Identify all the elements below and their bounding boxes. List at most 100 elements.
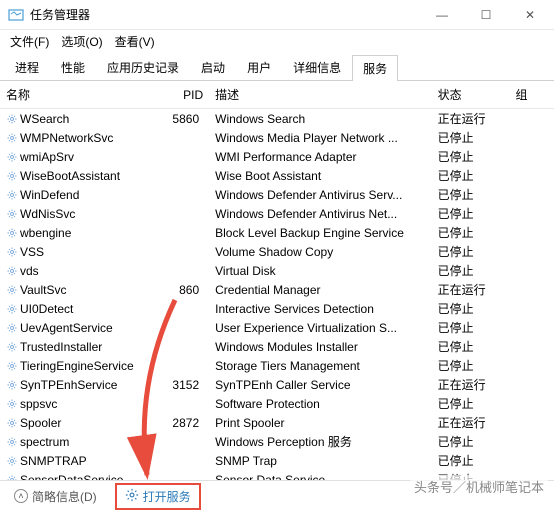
minimize-button[interactable]: — (420, 0, 464, 30)
service-desc: Block Level Backup Engine Service (209, 223, 431, 242)
table-row[interactable]: wmiApSrv WMI Performance Adapter已停止 (0, 147, 554, 166)
table-row[interactable]: WdNisSvcWindows Defender Antivirus Net..… (0, 204, 554, 223)
service-group (509, 413, 554, 432)
service-pid: 860 (156, 280, 209, 299)
service-name: vds (20, 264, 39, 278)
service-desc: Windows Media Player Network ... (209, 128, 431, 147)
service-desc: Software Protection (209, 394, 431, 413)
tab-strip: 进程性能应用历史记录启动用户详细信息服务 (0, 54, 554, 81)
maximize-button[interactable]: ☐ (464, 0, 508, 30)
table-row[interactable]: TieringEngineServiceStorage Tiers Manage… (0, 356, 554, 375)
service-icon (6, 284, 18, 296)
service-name: WiseBootAssistant (20, 169, 120, 183)
col-header-status[interactable]: 状态 (432, 81, 510, 109)
service-pid (156, 261, 209, 280)
service-pid (156, 242, 209, 261)
col-header-pid[interactable]: PID (156, 81, 209, 109)
table-row[interactable]: VaultSvc860Credential Manager正在运行 (0, 280, 554, 299)
service-pid (156, 223, 209, 242)
service-status: 已停止 (432, 299, 510, 318)
table-row[interactable]: WiseBootAssistantWise Boot Assistant已停止 (0, 166, 554, 185)
table-row[interactable]: Spooler2872Print Spooler正在运行 (0, 413, 554, 432)
col-header-group[interactable]: 组 (509, 81, 554, 109)
service-name: wmiApSrv (20, 150, 74, 164)
service-pid (156, 299, 209, 318)
table-row[interactable]: vdsVirtual Disk已停止 (0, 261, 554, 280)
service-status: 正在运行 (432, 375, 510, 394)
service-icon (6, 360, 18, 372)
table-row[interactable]: TrustedInstaller Windows Modules Installe… (0, 337, 554, 356)
tab-6[interactable]: 服务 (352, 55, 398, 81)
services-table-wrap[interactable]: 名称 PID 描述 状态 组 WSearch5860Windows Search… (0, 81, 554, 481)
service-group (509, 128, 554, 147)
window-title: 任务管理器 (30, 6, 420, 23)
service-status: 已停止 (432, 147, 510, 166)
service-icon (6, 436, 18, 448)
tab-2[interactable]: 应用历史记录 (96, 54, 190, 80)
service-name: WdNisSvc (20, 207, 75, 221)
service-group (509, 394, 554, 413)
service-pid: 2872 (156, 413, 209, 432)
open-services-button[interactable]: 打开服务 (115, 483, 201, 510)
service-pid: 5860 (156, 109, 209, 129)
service-desc: Print Spooler (209, 413, 431, 432)
service-pid (156, 318, 209, 337)
service-desc: Credential Manager (209, 280, 431, 299)
table-row[interactable]: VSSVolume Shadow Copy已停止 (0, 242, 554, 261)
col-header-desc[interactable]: 描述 (209, 81, 431, 109)
table-row[interactable]: UevAgentServiceUser Experience Virtualiz… (0, 318, 554, 337)
table-row[interactable]: SynTPEnhService3152SynTPEnh Caller Servi… (0, 375, 554, 394)
service-desc: Storage Tiers Management (209, 356, 431, 375)
service-name: wbengine (20, 226, 71, 240)
service-name: VSS (20, 245, 44, 259)
service-desc: Windows Modules Installer (209, 337, 431, 356)
service-group (509, 109, 554, 129)
table-row[interactable]: WinDefendWindows Defender Antivirus Serv… (0, 185, 554, 204)
service-group (509, 451, 554, 470)
service-icon (6, 303, 18, 315)
service-desc: WMI Performance Adapter (209, 147, 431, 166)
service-desc: SynTPEnh Caller Service (209, 375, 431, 394)
tab-4[interactable]: 用户 (236, 54, 282, 80)
service-group (509, 204, 554, 223)
service-icon (6, 151, 18, 163)
service-group (509, 261, 554, 280)
service-pid (156, 166, 209, 185)
tab-5[interactable]: 详细信息 (282, 54, 352, 80)
service-group (509, 356, 554, 375)
service-icon (6, 227, 18, 239)
service-icon (6, 132, 18, 144)
service-icon (6, 170, 18, 182)
service-name: TrustedInstaller (20, 340, 102, 354)
table-row[interactable]: sppsvcSoftware Protection已停止 (0, 394, 554, 413)
service-group (509, 185, 554, 204)
tab-1[interactable]: 性能 (50, 54, 96, 80)
service-icon (6, 322, 18, 334)
service-name: SNMPTRAP (20, 454, 87, 468)
close-button[interactable]: ✕ (508, 0, 552, 30)
service-group (509, 337, 554, 356)
table-row[interactable]: wbengine Block Level Backup Engine Servic… (0, 223, 554, 242)
menu-file[interactable]: 文件(F) (6, 31, 53, 52)
table-row[interactable]: SNMPTRAPSNMP Trap已停止 (0, 451, 554, 470)
menu-view[interactable]: 查看(V) (111, 31, 159, 52)
menu-options[interactable]: 选项(O) (57, 31, 106, 52)
service-status: 已停止 (432, 242, 510, 261)
table-row[interactable]: spectrumWindows Perception 服务已停止 (0, 432, 554, 451)
service-icon (6, 474, 18, 481)
service-status: 已停止 (432, 204, 510, 223)
tab-3[interactable]: 启动 (190, 54, 236, 80)
service-name: WinDefend (20, 188, 79, 202)
table-row[interactable]: WSearch5860Windows Search正在运行 (0, 109, 554, 129)
service-group (509, 223, 554, 242)
service-group (509, 375, 554, 394)
service-pid (156, 147, 209, 166)
table-row[interactable]: UI0DetectInteractive Services Detection已… (0, 299, 554, 318)
brief-info-button[interactable]: ˄ 简略信息(D) (8, 485, 103, 508)
service-icon (6, 208, 18, 220)
table-row[interactable]: WMPNetworkSvcWindows Media Player Networ… (0, 128, 554, 147)
service-status: 已停止 (432, 261, 510, 280)
tab-0[interactable]: 进程 (4, 54, 50, 80)
col-header-name[interactable]: 名称 (0, 81, 156, 109)
service-pid (156, 128, 209, 147)
